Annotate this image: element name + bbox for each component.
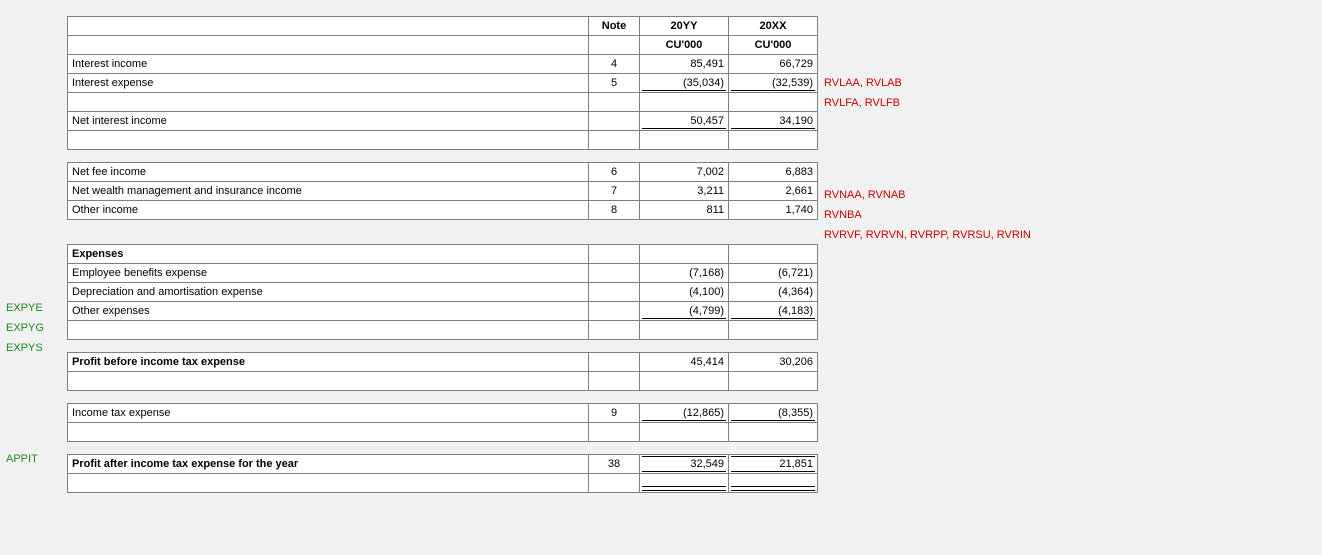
cell-yy: (4,100) [640, 283, 729, 302]
cell-label: Interest income [68, 55, 589, 74]
row-employee-benefits: Employee benefits expense (7,168) (6,721… [68, 264, 818, 283]
cell-xx: 30,206 [729, 353, 818, 372]
row-profit-before-tax: Profit before income tax expense 45,414 … [68, 353, 818, 372]
cell-label: Net interest income [68, 112, 589, 131]
cell-xx: (4,183) [729, 302, 818, 321]
cell-xx: (8,355) [729, 404, 818, 423]
cell-yy: 32,549 [640, 455, 729, 474]
right-code-net-fee: RVNAA, RVNAB [824, 189, 906, 201]
cell-xx: (6,721) [729, 264, 818, 283]
cell-yy: 7,002 [640, 163, 729, 182]
cell-yy: (4,799) [640, 302, 729, 321]
row-net-wealth: Net wealth management and insurance inco… [68, 182, 818, 201]
right-code-net-wealth: RVNBA [824, 209, 862, 221]
row-interest-expense: Interest expense 5 (35,034) (32,539) [68, 74, 818, 93]
cell-label: Employee benefits expense [68, 264, 589, 283]
cell-note [589, 264, 640, 283]
cell-xx: 34,190 [729, 112, 818, 131]
cell-label: Other expenses [68, 302, 589, 321]
row-depreciation: Depreciation and amortisation expense (4… [68, 283, 818, 302]
row-blank [68, 321, 818, 340]
col-unit-yy: CU'000 [640, 36, 729, 55]
cell-yy: 45,414 [640, 353, 729, 372]
col-header-yy: 20YY [640, 17, 729, 36]
cell-yy: 3,211 [640, 182, 729, 201]
cell-note: 5 [589, 74, 640, 93]
cell-label: Other income [68, 201, 589, 220]
cell-xx: 66,729 [729, 55, 818, 74]
left-code-expye: EXPYE [6, 302, 43, 314]
cell-label: Depreciation and amortisation expense [68, 283, 589, 302]
left-code-expys: EXPYS [6, 342, 43, 354]
cell-note [589, 302, 640, 321]
cell-yy: (7,168) [640, 264, 729, 283]
cell-note: 38 [589, 455, 640, 474]
row-blank [68, 131, 818, 150]
profit-before-tax-table: Profit before income tax expense 45,414 … [67, 352, 818, 391]
cell-xx: 6,883 [729, 163, 818, 182]
cell-xx: 21,851 [729, 455, 818, 474]
cell-xx: 2,661 [729, 182, 818, 201]
row-net-fee-income: Net fee income 6 7,002 6,883 [68, 163, 818, 182]
header-row-years: Note 20YY 20XX [68, 17, 818, 36]
cell-xx: 1,740 [729, 201, 818, 220]
cell-label: Income tax expense [68, 404, 589, 423]
financial-statement: EXPYE EXPYG EXPYS APPIT RVLAA, RVLAB RVL… [0, 0, 1322, 555]
cell-yy: (35,034) [640, 74, 729, 93]
header-row-units: CU'000 CU'000 [68, 36, 818, 55]
left-code-appit: APPIT [6, 453, 38, 465]
cell-note [589, 353, 640, 372]
row-expenses-header: Expenses [68, 245, 818, 264]
row-profit-after-tax: Profit after income tax expense for the … [68, 455, 818, 474]
cell-yy: 85,491 [640, 55, 729, 74]
cell-xx: (32,539) [729, 74, 818, 93]
col-header-note: Note [589, 17, 640, 36]
header-table: Note 20YY 20XX CU'000 CU'000 [67, 16, 818, 55]
cell-label: Net wealth management and insurance inco… [68, 182, 589, 201]
col-header-xx: 20XX [729, 17, 818, 36]
row-income-tax: Income tax expense 9 (12,865) (8,355) [68, 404, 818, 423]
row-interest-income: Interest income 4 85,491 66,729 [68, 55, 818, 74]
cell-note: 8 [589, 201, 640, 220]
right-code-other-income: RVRVF, RVRVN, RVRPP, RVRSU, RVRIN [824, 229, 1031, 241]
cell-note: 9 [589, 404, 640, 423]
row-blank [68, 372, 818, 391]
right-code-interest-expense: RVLFA, RVLFB [824, 97, 900, 109]
row-net-interest-income: Net interest income 50,457 34,190 [68, 112, 818, 131]
cell-xx: (4,364) [729, 283, 818, 302]
cell-yy: (12,865) [640, 404, 729, 423]
table-container: Note 20YY 20XX CU'000 CU'000 Interest in… [67, 16, 818, 493]
row-blank [68, 423, 818, 442]
row-blank [68, 474, 818, 493]
interest-table: Interest income 4 85,491 66,729 Interest… [67, 54, 818, 150]
cell-label: Expenses [68, 245, 589, 264]
cell-note [589, 112, 640, 131]
cell-yy: 50,457 [640, 112, 729, 131]
cell-label: Interest expense [68, 74, 589, 93]
col-unit-xx: CU'000 [729, 36, 818, 55]
cell-label: Profit after income tax expense for the … [68, 455, 589, 474]
other-income-table: Net fee income 6 7,002 6,883 Net wealth … [67, 162, 818, 220]
profit-after-tax-table: Profit after income tax expense for the … [67, 454, 818, 493]
income-tax-table: Income tax expense 9 (12,865) (8,355) [67, 403, 818, 442]
row-blank [68, 93, 818, 112]
cell-label: Net fee income [68, 163, 589, 182]
row-other-income: Other income 8 811 1,740 [68, 201, 818, 220]
row-other-expenses: Other expenses (4,799) (4,183) [68, 302, 818, 321]
cell-label: Profit before income tax expense [68, 353, 589, 372]
cell-note [589, 283, 640, 302]
cell-note: 6 [589, 163, 640, 182]
expenses-table: Expenses Employee benefits expense (7,16… [67, 244, 818, 340]
cell-yy: 811 [640, 201, 729, 220]
right-code-interest-income: RVLAA, RVLAB [824, 77, 902, 89]
cell-note: 4 [589, 55, 640, 74]
left-code-expyg: EXPYG [6, 322, 44, 334]
cell-note: 7 [589, 182, 640, 201]
